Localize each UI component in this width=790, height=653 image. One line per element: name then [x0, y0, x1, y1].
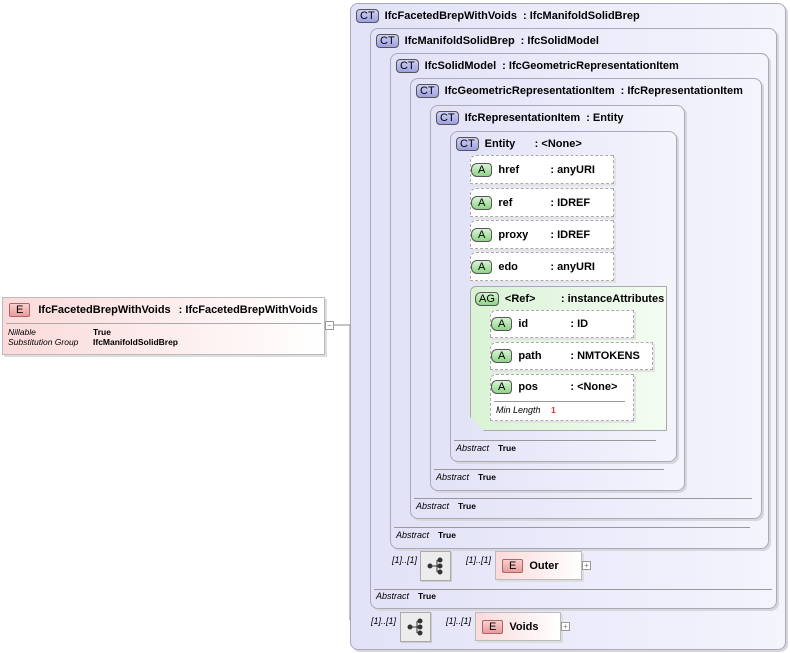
attribute-type: : NMTOKENS	[570, 350, 640, 362]
cardinality-label: [1]..[1]	[466, 555, 492, 565]
abstract-label: Abstract	[456, 443, 490, 453]
abstract-value: True	[418, 591, 436, 601]
root-element[interactable]: E IfcFacetedBrepWithVoids : IfcFacetedBr…	[2, 297, 325, 355]
expand-button[interactable]: +	[561, 622, 570, 631]
complex-type-icon: CT	[376, 34, 399, 48]
facet-label: Min Length	[496, 405, 541, 415]
sequence-icon[interactable]	[400, 612, 431, 642]
cardinality-label: [1]..[1]	[446, 616, 472, 626]
type-base: : IfcSolidModel	[520, 35, 599, 47]
attribute-name: proxy	[498, 228, 529, 241]
type-name: IfcManifoldSolidBrep	[404, 35, 515, 47]
attribute-group-type: : instanceAttributes	[560, 293, 665, 305]
attribute-id[interactable]: Aid : ID	[490, 310, 634, 338]
attribute-type: : anyURI	[550, 260, 595, 273]
abstract-label: Abstract	[416, 501, 450, 511]
attribute-icon: A	[471, 162, 493, 177]
attribute-icon: A	[471, 227, 493, 242]
element-name: Outer	[529, 559, 559, 572]
type-base: : IfcManifoldSolidBrep	[523, 10, 640, 22]
attribute-name: href	[498, 163, 520, 176]
abstract-label: Abstract	[436, 472, 470, 482]
element-badge-icon: E	[482, 619, 504, 634]
attribute-icon: A	[471, 195, 493, 210]
attribute-type: : anyURI	[550, 163, 595, 176]
type-base: : Entity	[586, 112, 624, 124]
element-badge-icon: E	[502, 558, 524, 573]
abstract-value: True	[438, 530, 456, 540]
attribute-name: path	[518, 350, 542, 362]
element-outer[interactable]: E Outer	[495, 551, 582, 580]
attribute-proxy[interactable]: Aproxy : IDREF	[470, 220, 614, 249]
complex-type-icon: CT	[356, 9, 379, 23]
abstract-value: True	[478, 472, 496, 482]
sequence-icon[interactable]	[420, 551, 451, 581]
attribute-name: ref	[498, 196, 513, 209]
expand-button[interactable]: +	[582, 561, 591, 570]
abstract-label: Abstract	[376, 591, 410, 601]
abstract-value: True	[458, 501, 476, 511]
type-name: IfcSolidModel	[424, 60, 497, 72]
abstract-label: Abstract	[396, 530, 430, 540]
complex-type-icon: CT	[436, 111, 459, 125]
attribute-group-icon: AG	[475, 292, 499, 306]
attribute-icon: A	[491, 349, 513, 363]
prop-value: True	[93, 327, 111, 337]
prop-label: Substitution Group	[8, 337, 79, 347]
root-element-name: IfcFacetedBrepWithVoids	[38, 304, 171, 316]
type-base: : IfcGeometricRepresentationItem	[502, 60, 679, 72]
type-base: : IfcRepresentationItem	[620, 85, 743, 97]
abstract-value: True	[498, 443, 516, 453]
root-element-type: : IfcFacetedBrepWithVoids	[178, 304, 318, 316]
attribute-pos[interactable]: Apos : <None> Min Length 1	[490, 374, 634, 421]
prop-value: IfcManifoldSolidBrep	[93, 337, 178, 347]
attribute-type: : <None>	[570, 381, 618, 393]
attribute-icon: A	[491, 317, 513, 331]
type-name: Entity	[484, 138, 516, 150]
cardinality-label: [1]..[1]	[371, 616, 397, 626]
type-base: : <None>	[534, 138, 582, 150]
element-voids[interactable]: E Voids	[475, 612, 561, 641]
attribute-group-name: <Ref>	[504, 293, 536, 305]
attribute-ref[interactable]: Aref : IDREF	[470, 188, 614, 217]
complex-type-icon: CT	[456, 137, 479, 151]
complex-type-icon: CT	[396, 59, 419, 73]
complex-type-icon: CT	[416, 84, 439, 98]
attribute-icon: A	[471, 259, 493, 274]
facet-value: 1	[551, 405, 556, 415]
attribute-edo[interactable]: Aedo : anyURI	[470, 252, 614, 281]
attribute-name: pos	[518, 381, 538, 393]
type-name: IfcGeometricRepresentationItem	[444, 85, 615, 97]
prop-label: Nillable	[8, 327, 36, 337]
element-name: Voids	[509, 620, 539, 633]
attribute-name: id	[518, 318, 529, 330]
attribute-type: : ID	[570, 318, 589, 330]
attribute-path[interactable]: Apath : NMTOKENS	[490, 342, 653, 370]
cardinality-label: [1]..[1]	[392, 555, 418, 565]
attribute-href[interactable]: Ahref : anyURI	[470, 155, 614, 184]
element-badge-icon: E	[9, 303, 31, 317]
attribute-name: edo	[498, 260, 518, 273]
attribute-type: : IDREF	[550, 196, 591, 209]
type-name: IfcFacetedBrepWithVoids	[384, 10, 517, 22]
type-name: IfcRepresentationItem	[464, 112, 581, 124]
attribute-icon: A	[491, 380, 513, 394]
collapse-button[interactable]: −	[325, 321, 334, 330]
attribute-type: : IDREF	[550, 228, 591, 241]
